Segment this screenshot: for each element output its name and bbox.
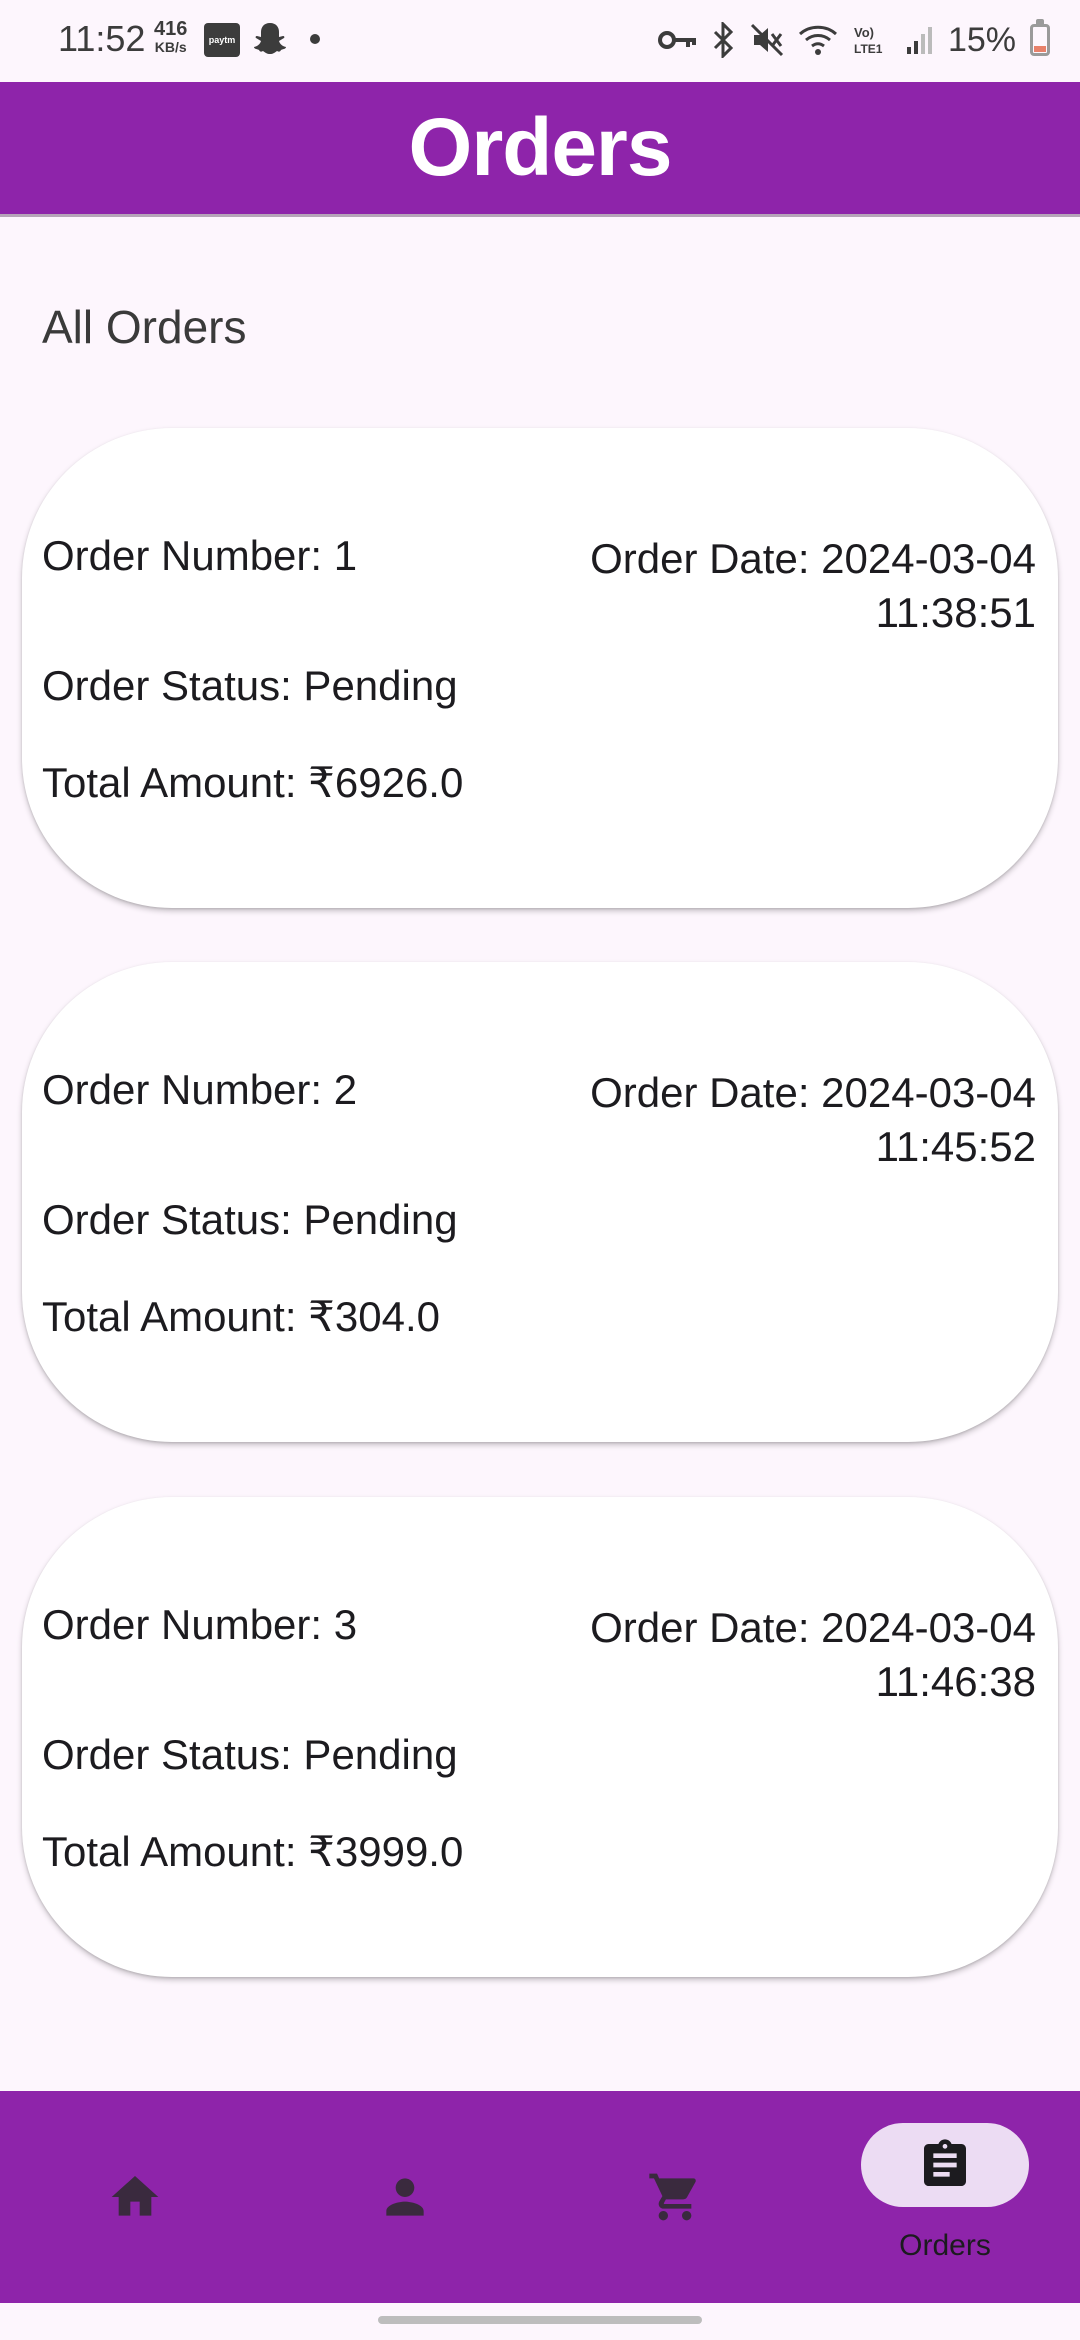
order-card[interactable]: Order Number: 3 Order Date: 2024-03-04 1… xyxy=(22,1497,1058,1977)
battery-icon xyxy=(1030,19,1050,56)
cart-icon xyxy=(649,2173,696,2221)
status-icons: Vo) LTE1 15% xyxy=(657,16,1050,64)
order-card[interactable]: Order Number: 1 Order Date: 2024-03-04 1… xyxy=(22,428,1058,908)
clipboard-icon xyxy=(924,2139,966,2186)
svg-text:Vo): Vo) xyxy=(854,25,874,40)
vpn-key-icon xyxy=(657,31,696,49)
network-speed: 416 KB/s xyxy=(154,18,188,56)
home-gesture-bar[interactable] xyxy=(378,2316,702,2324)
signal-icon xyxy=(906,27,932,54)
order-date: Order Date: 2024-03-04 11:38:51 xyxy=(590,532,1036,640)
section-title: All Orders xyxy=(42,301,247,353)
order-date-value: Order Date: 2024-03-04 xyxy=(590,1069,1036,1116)
paytm-notification-icon: paytm xyxy=(204,23,240,57)
svg-text:LTE1: LTE1 xyxy=(854,42,883,56)
bottom-navigation: Orders xyxy=(0,2091,1080,2303)
page-title: Orders xyxy=(408,102,673,193)
order-date-value: Order Date: 2024-03-04 xyxy=(590,1604,1036,1651)
nav-item-profile[interactable] xyxy=(270,2091,540,2303)
network-speed-value: 416 xyxy=(154,18,188,40)
order-time-value: 11:38:51 xyxy=(875,589,1036,636)
nav-item-cart[interactable] xyxy=(540,2091,810,2303)
nav-item-home[interactable] xyxy=(0,2091,270,2303)
status-time: 11:52 xyxy=(58,18,146,59)
order-date-value: Order Date: 2024-03-04 xyxy=(590,535,1036,582)
volte-icon: Vo) LTE1 xyxy=(854,25,883,56)
order-date: Order Date: 2024-03-04 11:45:52 xyxy=(590,1066,1036,1174)
order-total: Total Amount: ₹6926.0 xyxy=(42,759,464,806)
order-status: Order Status: Pending xyxy=(42,662,458,709)
network-speed-unit: KB/s xyxy=(154,39,187,55)
more-notifications-dot xyxy=(310,34,320,44)
order-time-value: 11:46:38 xyxy=(875,1658,1036,1705)
nav-item-orders[interactable]: Orders xyxy=(810,2091,1080,2303)
order-date: Order Date: 2024-03-04 11:46:38 xyxy=(590,1601,1036,1709)
snapchat-notification-icon xyxy=(254,23,286,54)
battery-percent: 15% xyxy=(947,20,1016,59)
person-icon xyxy=(386,2178,424,2216)
status-bar: 11:52 416 KB/s paytm Vo) LTE1 15% xyxy=(0,0,1080,82)
wifi-icon xyxy=(798,25,837,55)
order-number: Order Number: 3 xyxy=(42,1601,358,1648)
order-number: Order Number: 1 xyxy=(42,532,358,579)
app-bar: Orders xyxy=(0,82,1080,217)
order-status: Order Status: Pending xyxy=(42,1731,458,1778)
order-card[interactable]: Order Number: 2 Order Date: 2024-03-04 1… xyxy=(22,962,1058,1442)
nav-label-orders: Orders xyxy=(899,2229,991,2262)
order-number: Order Number: 2 xyxy=(42,1066,358,1113)
home-icon xyxy=(111,2176,159,2216)
bluetooth-icon xyxy=(713,22,734,58)
mute-icon xyxy=(750,23,783,57)
order-total: Total Amount: ₹304.0 xyxy=(42,1293,440,1340)
order-status: Order Status: Pending xyxy=(42,1196,458,1243)
order-time-value: 11:45:52 xyxy=(875,1123,1036,1170)
order-total: Total Amount: ₹3999.0 xyxy=(42,1828,464,1875)
